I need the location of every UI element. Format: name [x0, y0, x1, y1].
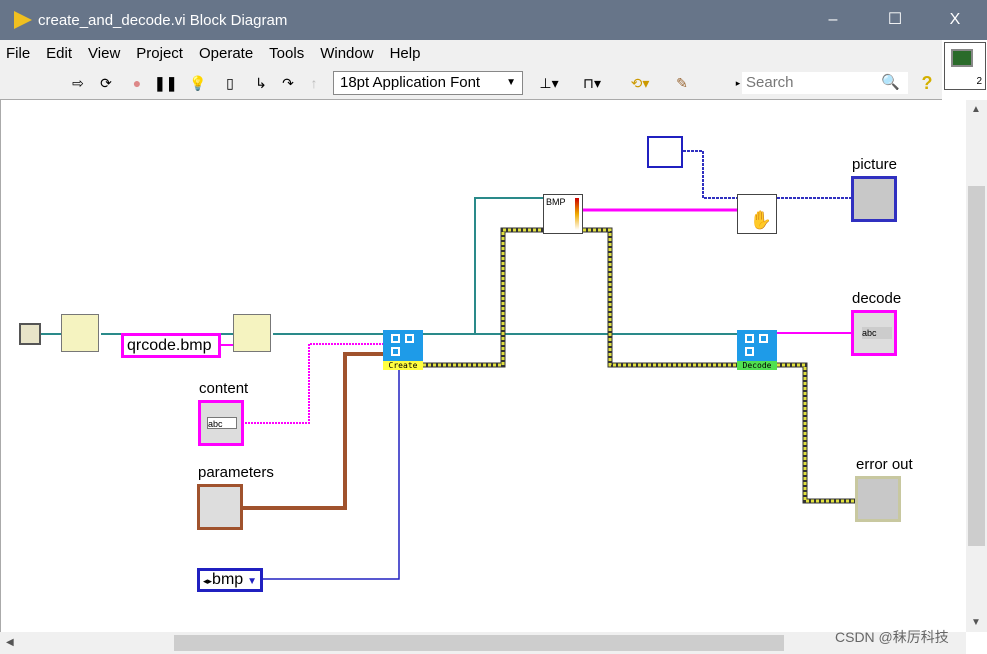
step-out-icon[interactable]: ↑	[304, 74, 324, 92]
content-glyph: abc	[207, 417, 237, 429]
error-out-label: error out	[856, 456, 913, 473]
parameters-label: parameters	[198, 464, 274, 481]
current-vi-path-node[interactable]	[19, 323, 41, 345]
menu-bar: File Edit View Project Operate Tools Win…	[0, 40, 942, 66]
chevron-down-icon: ▼	[247, 576, 258, 587]
close-button[interactable]: X	[940, 8, 970, 32]
content-label: content	[199, 380, 249, 397]
qr-create-node[interactable]: Create	[383, 330, 423, 370]
retain-wire-values-icon[interactable]: ▯	[220, 74, 240, 92]
run-arrow-icon[interactable]: ⇨	[68, 74, 88, 92]
maximize-button[interactable]: ☐	[880, 8, 910, 32]
image-format-enum[interactable]: ◂▸bmp ▼	[197, 568, 263, 592]
menu-edit[interactable]: Edit	[46, 45, 72, 62]
reorder-icon[interactable]: ⟲▾	[624, 74, 656, 92]
decode-glyph: abc	[862, 327, 892, 339]
abort-icon[interactable]: ●	[127, 74, 147, 92]
enum-value: bmp	[212, 571, 244, 588]
menu-window[interactable]: Window	[320, 45, 373, 62]
horizontal-scroll-thumb[interactable]	[174, 635, 784, 651]
decode-label: decode	[852, 290, 902, 307]
minimize-button[interactable]: –	[818, 8, 848, 32]
block-diagram-canvas[interactable]: qrcode.bmp content abc parameters ◂▸bmp ▼…	[0, 100, 966, 632]
context-help-icon[interactable]: ?	[917, 74, 937, 92]
toolbar: ⇨ ⟳ ● ❚❚ 💡 ▯ ↳ ↷ ↑ 18pt Application Font…	[0, 66, 942, 100]
path-wire	[41, 197, 737, 335]
build-path-node[interactable]	[233, 314, 271, 352]
qr-decode-node[interactable]: Decode	[737, 330, 777, 370]
font-select-value: 18pt Application Font	[340, 74, 481, 91]
picture-indicator[interactable]	[851, 176, 897, 222]
watermark: CSDN @秣厉科技	[835, 629, 949, 645]
enum-wire	[263, 365, 400, 580]
horizontal-scrollbar[interactable]: ◀	[0, 632, 966, 654]
clean-up-diagram-icon[interactable]: ✎	[672, 74, 692, 92]
cluster-wire	[243, 352, 383, 510]
run-continuously-icon[interactable]: ⟳	[96, 74, 116, 92]
search-placeholder: Search	[746, 74, 794, 91]
error-out-indicator[interactable]	[855, 476, 901, 522]
step-over-icon[interactable]: ↷	[278, 74, 298, 92]
vi-icon[interactable]: 2	[944, 42, 986, 90]
search-icon[interactable]: 🔍	[881, 72, 900, 94]
title-bar: create_and_decode.vi Block Diagram – ☐ X	[0, 0, 987, 40]
font-select[interactable]: 18pt Application Font ▼	[333, 71, 523, 95]
create-caption: Create	[383, 361, 423, 370]
menu-project[interactable]: Project	[136, 45, 183, 62]
strip-path-node[interactable]	[61, 314, 99, 352]
vertical-scrollbar[interactable]: ▲ ▼	[966, 100, 987, 632]
vertical-scroll-thumb[interactable]	[968, 186, 985, 546]
chevron-down-icon: ▼	[506, 77, 516, 88]
picture-constant[interactable]	[647, 136, 683, 168]
file-name-constant[interactable]: qrcode.bmp	[121, 333, 221, 358]
hand-icon: ✋	[749, 210, 772, 230]
pause-icon[interactable]: ❚❚	[154, 74, 177, 92]
menu-tools[interactable]: Tools	[269, 45, 304, 62]
distribute-objects-icon[interactable]: ⊓▾	[578, 74, 606, 92]
picture-label: picture	[852, 156, 898, 173]
wires	[41, 150, 855, 580]
highlight-execution-icon[interactable]: 💡	[188, 74, 208, 92]
parameters-cluster-control[interactable]	[197, 484, 243, 530]
window-title: create_and_decode.vi Block Diagram	[38, 11, 288, 29]
search-input[interactable]: Search 🔍	[742, 72, 908, 94]
draw-flattened-pixmap-node[interactable]: ✋	[737, 194, 777, 234]
picture-wire	[683, 150, 853, 199]
menu-help[interactable]: Help	[390, 45, 421, 62]
content-control[interactable]: abc	[198, 400, 244, 446]
menu-view[interactable]: View	[88, 45, 120, 62]
bmp-node-text: BMP	[546, 197, 566, 207]
read-bmp-file-node[interactable]: BMP	[543, 194, 583, 234]
align-objects-icon[interactable]: ⊥▾	[535, 74, 563, 92]
labview-vi-icon	[14, 11, 32, 29]
decode-indicator[interactable]: abc	[851, 310, 897, 356]
enum-arrows-icon: ◂▸	[203, 576, 213, 586]
menu-operate[interactable]: Operate	[199, 45, 253, 62]
menu-file[interactable]: File	[6, 45, 30, 62]
decode-caption: Decode	[737, 361, 777, 370]
step-into-icon[interactable]: ↳	[251, 74, 271, 92]
